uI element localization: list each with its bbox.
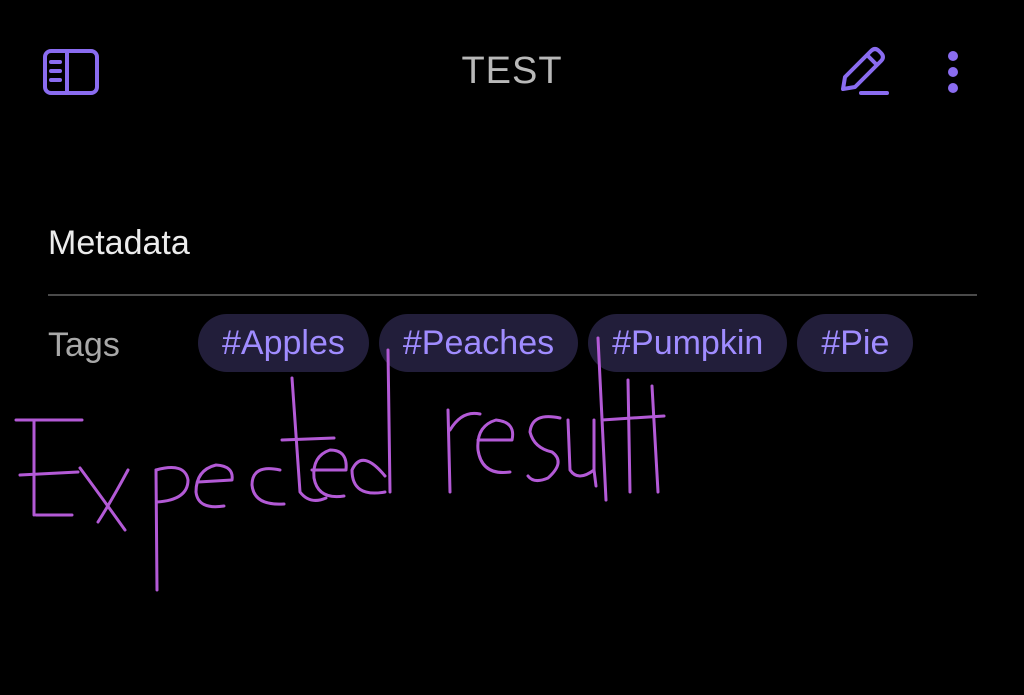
tag-chip[interactable]: #Pie xyxy=(797,314,914,372)
vertical-ellipsis-icon xyxy=(948,51,958,93)
property-row-tags: Tags #Apples #Peaches #Pumpkin #Pie xyxy=(48,314,977,374)
more-options-button[interactable] xyxy=(932,44,974,100)
divider xyxy=(48,294,977,296)
tag-chip[interactable]: #Peaches xyxy=(378,314,579,372)
top-bar: TEST xyxy=(0,0,1024,140)
tag-list: #Apples #Peaches #Pumpkin #Pie xyxy=(198,314,914,372)
property-label[interactable]: Tags xyxy=(48,326,120,365)
edit-button[interactable] xyxy=(832,44,894,100)
pencil-edit-icon xyxy=(841,47,889,95)
properties-heading: Metadata xyxy=(48,224,190,262)
tag-chip[interactable]: #Apples xyxy=(198,314,369,372)
tag-chip[interactable]: #Pumpkin xyxy=(588,314,788,372)
